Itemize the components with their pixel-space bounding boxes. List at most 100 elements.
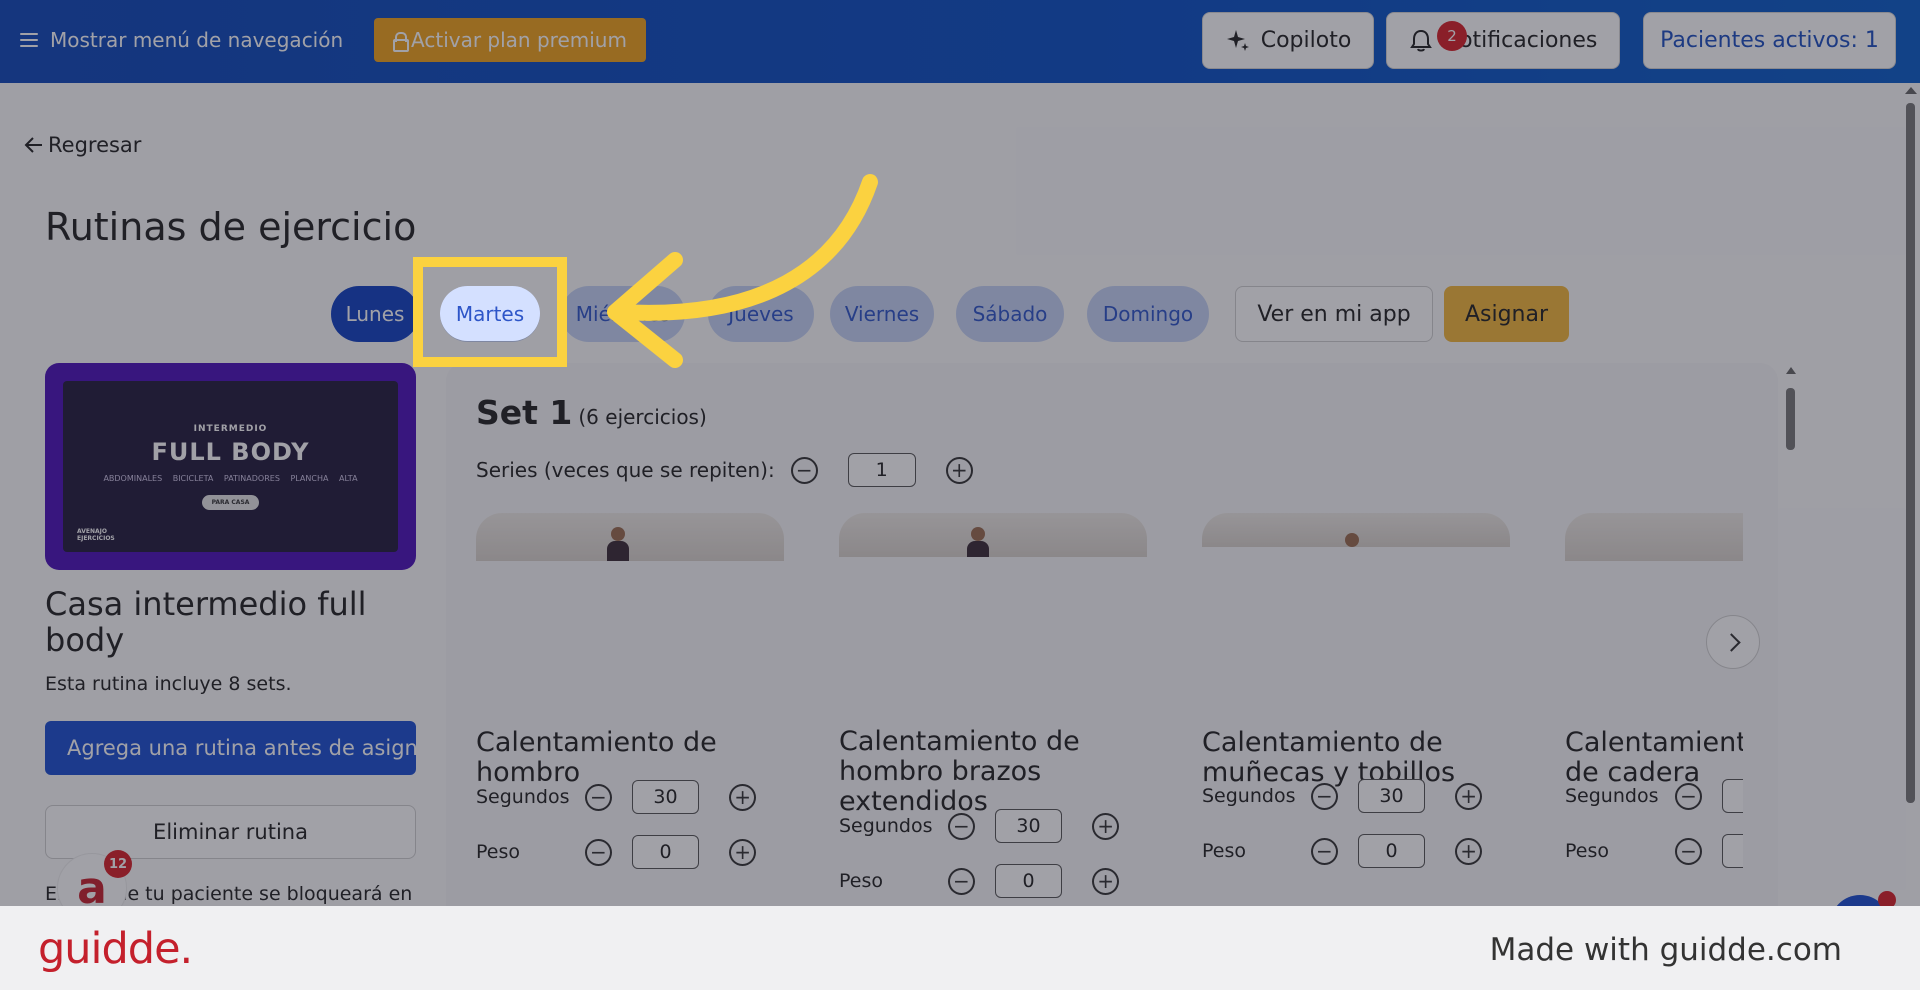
seconds-input[interactable]: 30 (631, 780, 700, 814)
notifications-badge: 2 (1437, 21, 1467, 51)
exercise-weight-row: Peso − 0 + (839, 864, 1139, 898)
seconds-increase-button[interactable]: + (1092, 812, 1120, 840)
seconds-label: Segundos (1202, 785, 1296, 807)
set-title: Set 1 (6 ejercicios) (476, 393, 707, 432)
weight-increase-button[interactable]: + (729, 838, 757, 866)
exercise-weight-row: Peso − 0 + (476, 835, 776, 869)
page-scroll-up-arrow[interactable] (1905, 87, 1917, 94)
notifications-button[interactable]: Notificaciones 2 (1386, 12, 1620, 69)
seconds-label: Segundos (839, 815, 933, 837)
exercise-figure (607, 527, 629, 561)
thumbnail-level: INTERMEDIO (193, 423, 268, 434)
top-bar: Mostrar menú de navegación Activar plan … (0, 0, 1920, 83)
seconds-decrease-button[interactable]: − (585, 783, 612, 811)
view-in-app-button[interactable]: Ver en mi app (1235, 286, 1433, 342)
weight-increase-button[interactable]: + (1455, 837, 1483, 865)
bell-icon (1409, 29, 1432, 51)
lock-icon (393, 32, 410, 52)
seconds-input[interactable] (1722, 779, 1743, 813)
weight-input[interactable] (1722, 834, 1743, 868)
sparkle-icon (1226, 29, 1249, 51)
activate-premium-button[interactable]: Activar plan premium (374, 18, 646, 62)
premium-label: Activar plan premium (411, 28, 627, 52)
weight-label: Peso (1565, 840, 1609, 862)
active-patients-label: Pacientes activos: 1 (1660, 28, 1879, 53)
thumbnail-pill: PARA CASA (201, 494, 260, 510)
seconds-input[interactable]: 30 (994, 809, 1063, 843)
exercise-card[interactable]: Calentamiento de hombro Segundos − 30 + … (476, 513, 784, 869)
exercises-next-button[interactable] (1706, 615, 1760, 669)
exercise-card[interactable]: Calentamiento de hombro brazos extendido… (839, 513, 1147, 898)
seconds-decrease-button[interactable]: − (1311, 782, 1338, 810)
weight-increase-button[interactable]: + (1092, 867, 1120, 895)
arrow-left-icon (24, 137, 42, 153)
exercise-figure (967, 527, 989, 557)
back-label: Regresar (48, 133, 142, 157)
copilot-button[interactable]: Copiloto (1202, 12, 1374, 69)
weight-label: Peso (476, 841, 520, 863)
seconds-increase-button[interactable]: + (729, 783, 757, 811)
weight-decrease-button[interactable]: − (585, 838, 612, 866)
tab-monday[interactable]: Lunes (331, 286, 419, 342)
seconds-decrease-button[interactable]: − (1675, 782, 1702, 810)
nav-menu-toggle[interactable]: Mostrar menú de navegación (20, 25, 343, 55)
series-decrease-button[interactable]: − (790, 456, 818, 484)
thumbnail-corner-text: AVENAJO EJERCICIOS (77, 528, 115, 542)
panel-scrollbar-thumb[interactable] (1786, 388, 1795, 450)
chevron-right-icon (1721, 632, 1741, 652)
thumbnail-title: FULL BODY (151, 437, 310, 466)
seconds-label: Segundos (1565, 785, 1659, 807)
routine-thumbnail: INTERMEDIO FULL BODY ABDOMINALES BICICLE… (45, 363, 416, 570)
assign-button[interactable]: Asignar (1444, 286, 1569, 342)
weight-label: Peso (1202, 840, 1246, 862)
tab-sunday[interactable]: Domingo (1087, 286, 1209, 342)
thumbnail-tags: ABDOMINALES BICICLETA PATINADORES PLANCH… (103, 473, 358, 483)
back-link[interactable]: Regresar (24, 133, 141, 157)
series-label: Series (veces que se repiten): (476, 458, 775, 482)
exercise-card[interactable]: Calentamiento de cadera Segundos − Peso … (1565, 513, 1743, 893)
exercise-card[interactable]: Calentamiento de muñecas y tobillos Segu… (1202, 513, 1510, 868)
exercise-image (1202, 513, 1510, 547)
exercise-image (839, 513, 1147, 557)
hamburger-icon (20, 33, 38, 47)
seconds-decrease-button[interactable]: − (948, 812, 975, 840)
made-with-text: Made with guidde.com (1489, 932, 1842, 968)
add-routine-button[interactable]: Agrega una rutina antes de asignar (45, 721, 416, 775)
exercise-weight-row: Peso − 0 + (1202, 834, 1502, 868)
exercise-name: Calentamiento de hombro (476, 727, 717, 788)
exercise-seconds-row: Segundos − 30 + (839, 809, 1139, 843)
exercise-seconds-row: Segundos − (1565, 779, 1743, 813)
seconds-increase-button[interactable]: + (1455, 782, 1483, 810)
seconds-label: Segundos (476, 786, 570, 808)
series-input[interactable]: 1 (847, 453, 916, 487)
exercise-figure (1345, 533, 1359, 547)
exercise-weight-row: Peso − (1565, 834, 1743, 868)
panel-scroll-up-arrow[interactable] (1786, 367, 1796, 374)
weight-input[interactable]: 0 (994, 864, 1063, 898)
widget-badge: 12 (104, 850, 132, 878)
page-title: Rutinas de ejercicio (45, 205, 417, 249)
weight-decrease-button[interactable]: − (1675, 837, 1702, 865)
seconds-input[interactable]: 30 (1357, 779, 1426, 813)
delete-routine-button[interactable]: Eliminar rutina (45, 805, 416, 859)
exercise-name: Calentamiento de hombro brazos extendido… (839, 726, 1080, 817)
set-panel: Set 1 (6 ejercicios) Series (veces que se… (446, 363, 1778, 923)
active-patients-button[interactable]: Pacientes activos: 1 (1643, 12, 1896, 69)
weight-decrease-button[interactable]: − (1311, 837, 1338, 865)
exercise-image (1565, 513, 1743, 561)
series-increase-button[interactable]: + (945, 456, 973, 484)
exercise-image (476, 513, 784, 561)
routine-description: Esta rutina incluye 8 sets. (45, 673, 292, 695)
set-title-text: Set 1 (476, 393, 573, 432)
tab-saturday[interactable]: Sábado (956, 286, 1064, 342)
main-content: Regresar Rutinas de ejercicio Lunes Mart… (0, 83, 1920, 955)
guidde-logo: guidde. (38, 924, 193, 974)
exercise-seconds-row: Segundos − 30 + (476, 780, 776, 814)
weight-input[interactable]: 0 (631, 835, 700, 869)
page-scrollbar-thumb[interactable] (1906, 103, 1915, 803)
routine-name: Casa intermedio full body (45, 585, 367, 659)
exercise-seconds-row: Segundos − 30 + (1202, 779, 1502, 813)
tutorial-arrow-icon (607, 174, 878, 368)
weight-input[interactable]: 0 (1357, 834, 1426, 868)
weight-decrease-button[interactable]: − (948, 867, 975, 895)
